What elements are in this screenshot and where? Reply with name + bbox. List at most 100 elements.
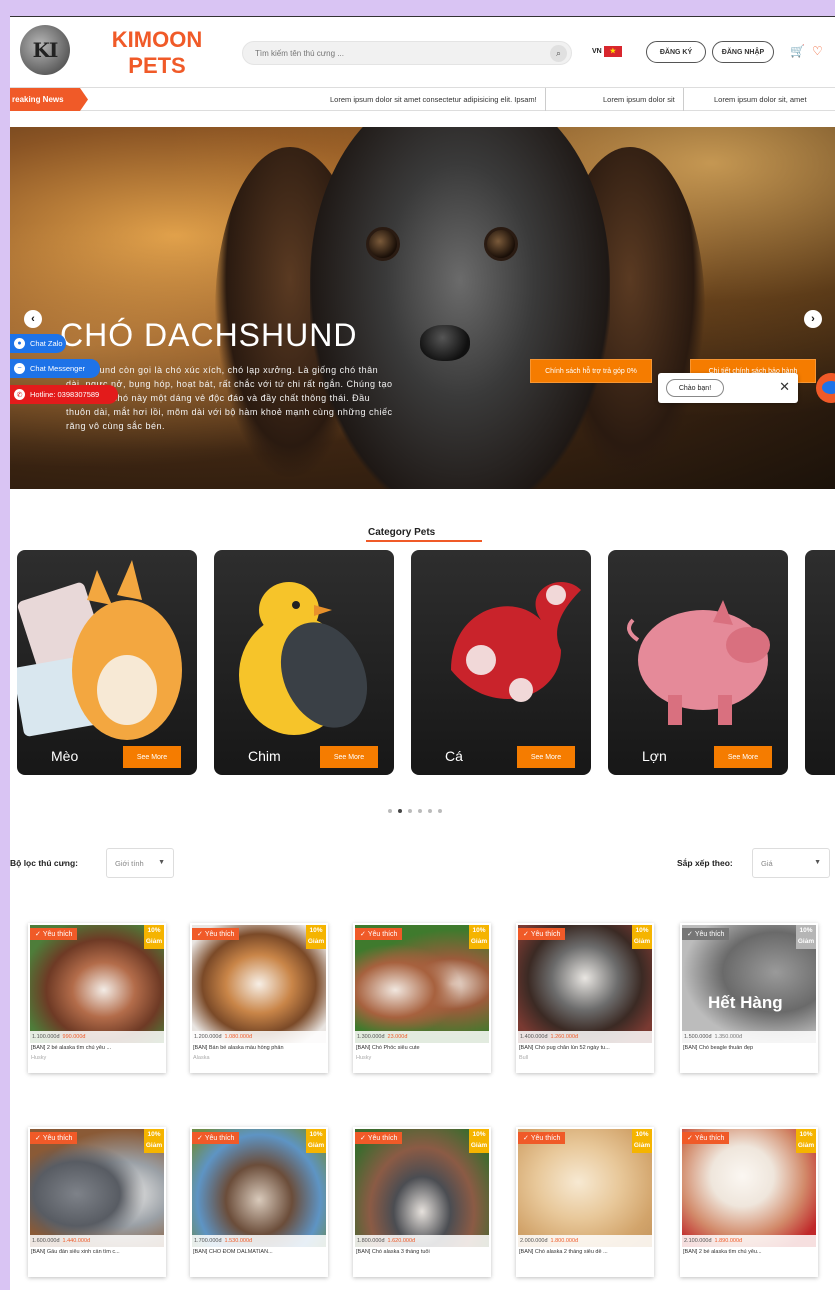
news-item[interactable]: Lorem ipsum dolor sit, amet	[706, 88, 815, 111]
discount-badge: 10% Giảm	[306, 925, 326, 949]
product-name[interactable]: [BÁN] Chó alaska 2 tháng siêu dễ ...	[519, 1249, 651, 1255]
product-name[interactable]: [BÁN] Chó alaska 3 tháng tuổi	[356, 1249, 488, 1255]
brand-line-2: PETS	[128, 53, 186, 78]
new-price: 23.000đ	[387, 1034, 408, 1040]
hero-banner: ‹ › CHÓ DACHSHUND Dachshund còn gọi là c…	[10, 127, 835, 489]
see-more-button[interactable]: See More	[714, 746, 772, 768]
language-switch[interactable]: VN	[592, 46, 622, 57]
search-icon[interactable]: ⌕	[550, 45, 567, 62]
carousel-dot[interactable]	[418, 809, 422, 813]
chat-messenger-button[interactable]: ~ Chat Messenger	[10, 359, 100, 378]
chat-zalo-button[interactable]: ● Chat Zalo	[10, 334, 66, 353]
heart-icon[interactable]: ♡	[812, 44, 823, 58]
search-input[interactable]	[255, 45, 535, 61]
category-card-pig[interactable]: Lợn See More	[608, 550, 788, 775]
discount-label: Giảm	[145, 1142, 163, 1149]
product-name[interactable]: [BÁN] 2 bé alaska tìm chủ yêu...	[683, 1249, 815, 1255]
discount-badge: 10% Giảm	[144, 925, 164, 949]
product-breed: Alaska	[193, 1055, 210, 1061]
check-icon: ✓	[360, 931, 366, 938]
favorite-label: Yêu thích	[367, 1134, 398, 1142]
chat-greeting[interactable]: Chào bạn!	[666, 379, 724, 397]
product-card[interactable]: ✓ Yêu thích 10% Giảm 1.700.000đ 1.530.000đ …	[190, 1127, 328, 1277]
product-card[interactable]: ✓ Yêu thích 10% Giảm 1.600.000đ 1.440.000đ …	[28, 1127, 166, 1277]
discount-value: 10%	[799, 927, 813, 934]
favorite-badge[interactable]: ✓ Yêu thích	[682, 928, 730, 940]
news-item[interactable]: Lorem ipsum dolor sit	[595, 88, 684, 111]
discount-badge: 10% Giảm	[796, 1129, 816, 1153]
product-card[interactable]: ✓ Yêu thích 10% Giảm 2.100.000đ 1.890.000đ …	[680, 1127, 818, 1277]
product-name[interactable]: [BÁN] Chó pug chân lùn 52 ngày tu...	[519, 1045, 651, 1051]
favorite-badge[interactable]: ✓ Yêu thích	[192, 928, 240, 940]
check-icon: ✓	[360, 1135, 366, 1142]
new-price: 1.890.000đ	[714, 1238, 743, 1244]
product-price: 1.400.000đ 1.260.000đ	[518, 1031, 652, 1043]
product-name[interactable]: [BÁN] CHÓ ĐỐM DALMATIAN...	[193, 1249, 325, 1255]
product-name[interactable]: [BÁN] Chó Phốc siêu cute	[356, 1045, 488, 1051]
carousel-dot[interactable]	[428, 809, 432, 813]
installment-policy-button[interactable]: Chính sách hỗ trợ trả góp 0%	[530, 359, 652, 383]
chat-popup: Chào bạn! ✕	[658, 373, 798, 403]
favorite-label: Yêu thích	[42, 1134, 73, 1142]
hotline-label: Hotline: 0398307589	[30, 390, 100, 399]
carousel-dot-active[interactable]	[398, 809, 402, 813]
category-card-partial[interactable]	[805, 550, 835, 775]
product-card[interactable]: ✓ Yêu thích 10% Giảm 1.800.000đ 1.620.000đ …	[353, 1127, 491, 1277]
see-more-button[interactable]: See More	[320, 746, 378, 768]
gender-filter-select[interactable]: Giới tính ▼	[106, 848, 174, 878]
discount-badge: 10% Giảm	[469, 1129, 489, 1153]
product-card[interactable]: ✓ Yêu thích 10% Giảm 1.200.000đ 1.080.000đ …	[190, 923, 328, 1073]
favorite-badge[interactable]: ✓ Yêu thích	[30, 1132, 78, 1144]
favorite-badge[interactable]: ✓ Yêu thích	[30, 928, 78, 940]
product-card-sold-out[interactable]: ✓ Yêu thích 10% Giảm Hết Hàng 1.500.000đ 1.…	[680, 923, 818, 1073]
hotline-button[interactable]: ✆ Hotline: 0398307589	[10, 385, 118, 404]
category-card-fish[interactable]: Cá See More	[411, 550, 591, 775]
sort-select[interactable]: Giá ▼	[752, 848, 830, 878]
see-more-button[interactable]: See More	[517, 746, 575, 768]
product-name[interactable]: [BÁN] Bán bé alaska màu hồng phấn	[193, 1045, 325, 1051]
discount-badge: 10% Giảm	[632, 1129, 652, 1153]
product-price: 1.600.000đ 1.440.000đ	[30, 1235, 164, 1247]
product-card[interactable]: ✓ Yêu thích 10% Giảm 2.000.000đ 1.800.000đ …	[516, 1127, 654, 1277]
news-item[interactable]: Lorem ipsum dolor sit amet consectetur a…	[322, 88, 546, 111]
product-name[interactable]: [BÁN] Chó beagle thuần đẹp	[683, 1045, 815, 1051]
product-price: 1.800.000đ 1.620.000đ	[355, 1235, 489, 1247]
favorite-label: Yêu thích	[42, 930, 73, 938]
product-price: 1.100.000đ 990.000đ	[30, 1031, 164, 1043]
product-card[interactable]: ✓ Yêu thích 10% Giảm 1.300.000đ 23.000đ [BÁ…	[353, 923, 491, 1073]
product-card[interactable]: ✓ Yêu thích 10% Giảm 1.100.000đ 990.000đ [B…	[28, 923, 166, 1073]
brand-name[interactable]: KIMOON PETS	[102, 27, 212, 79]
old-price: 1.400.000đ	[520, 1034, 548, 1040]
category-card-cat[interactable]: Mèo See More	[17, 550, 197, 775]
category-card-bird[interactable]: Chim See More	[214, 550, 394, 775]
login-button[interactable]: ĐĂNG NHẬP	[712, 41, 774, 63]
category-underline	[366, 540, 482, 542]
see-more-button[interactable]: See More	[123, 746, 181, 768]
favorite-badge[interactable]: ✓ Yêu thích	[682, 1132, 730, 1144]
carousel-dot[interactable]	[438, 809, 442, 813]
product-name[interactable]: [BÁN] 2 bé alaska tìm chủ yêu ...	[31, 1045, 163, 1051]
product-name[interactable]: [BÁN] Gấu đần siêu xinh cần tìm c...	[31, 1249, 163, 1255]
carousel-next-button[interactable]: ›	[804, 310, 822, 328]
discount-value: 10%	[147, 927, 161, 934]
check-icon: ✓	[35, 931, 41, 938]
product-card[interactable]: ✓ Yêu thích 10% Giảm 1.400.000đ 1.260.000đ …	[516, 923, 654, 1073]
favorite-badge[interactable]: ✓ Yêu thích	[518, 928, 566, 940]
favorite-badge[interactable]: ✓ Yêu thích	[355, 928, 403, 940]
register-button[interactable]: ĐĂNG KÝ	[646, 41, 706, 63]
discount-label: Giảm	[470, 938, 488, 945]
close-icon[interactable]: ✕	[779, 379, 790, 395]
logo[interactable]: KI	[20, 25, 70, 75]
check-icon: ✓	[523, 1135, 529, 1142]
favorite-badge[interactable]: ✓ Yêu thích	[518, 1132, 566, 1144]
cart-icon[interactable]: 🛒	[790, 44, 805, 58]
favorite-label: Yêu thích	[694, 1134, 725, 1142]
favorite-badge[interactable]: ✓ Yêu thích	[192, 1132, 240, 1144]
carousel-dot[interactable]	[408, 809, 412, 813]
carousel-dot[interactable]	[388, 809, 392, 813]
old-price: 1.600.000đ	[32, 1238, 60, 1244]
carousel-prev-button[interactable]: ‹	[24, 310, 42, 328]
new-price: 1.440.000đ	[62, 1238, 91, 1244]
favorite-badge[interactable]: ✓ Yêu thích	[355, 1132, 403, 1144]
old-price: 2.000.000đ	[520, 1238, 548, 1244]
